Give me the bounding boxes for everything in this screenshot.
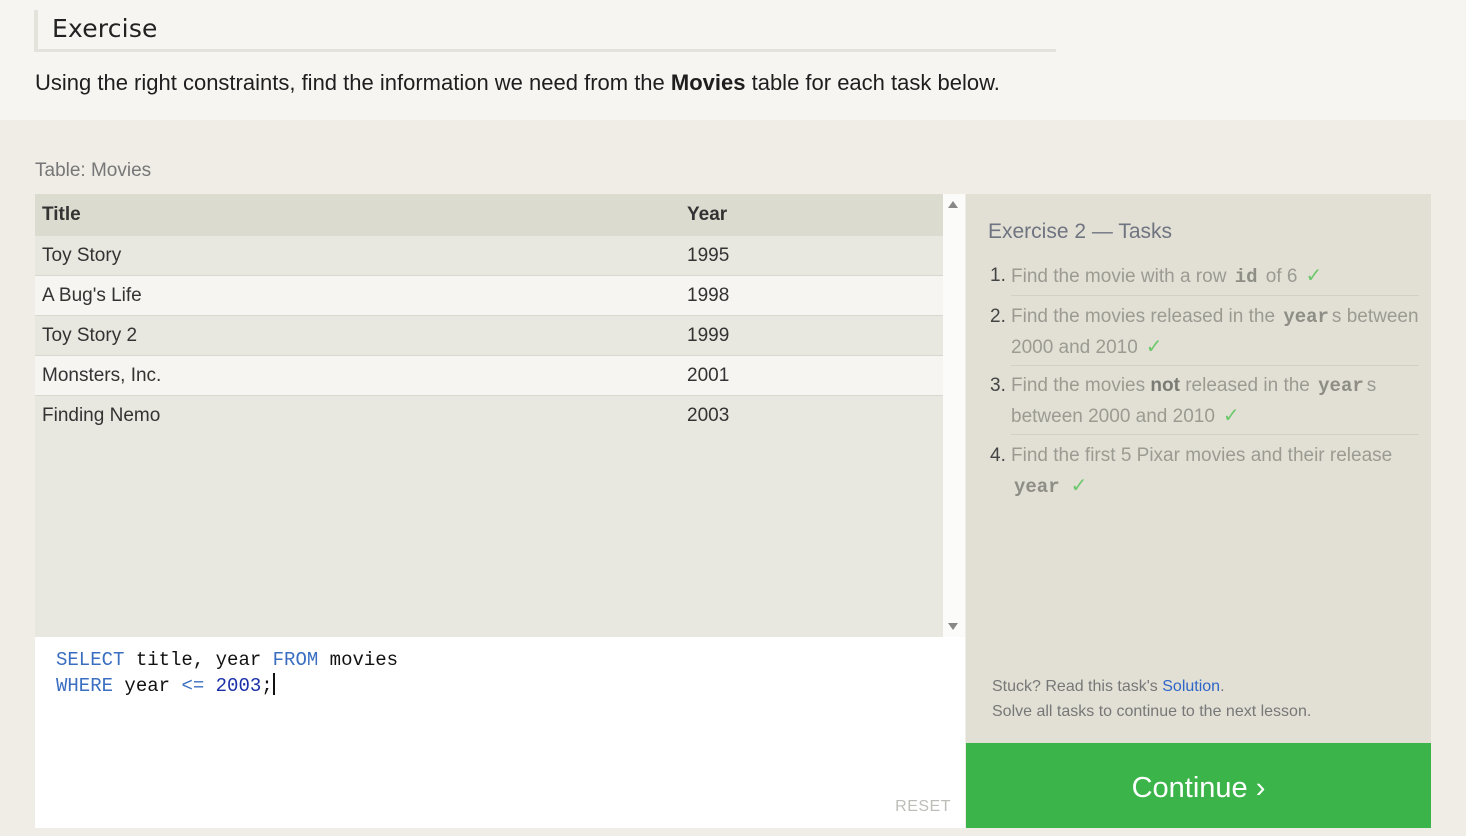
task-divider xyxy=(1011,434,1419,435)
task-number: 1. xyxy=(990,265,1006,286)
table-row: Monsters, Inc. 2001 xyxy=(35,356,943,396)
cell-title: Finding Nemo xyxy=(42,405,161,426)
cell-title: Toy Story 2 xyxy=(42,325,138,346)
exercise-intro: Using the right constraints, find the in… xyxy=(35,70,1000,95)
cell-year: 2003 xyxy=(687,405,730,426)
results-table-panel: Title Year Toy Story 1995 A Bug's Life 1… xyxy=(35,194,965,637)
task-item: 2. Find the movies released in the year s… xyxy=(988,302,1419,366)
cell-title: Toy Story xyxy=(42,245,122,266)
cell-year: 2001 xyxy=(687,365,730,386)
table-scrollbar[interactable] xyxy=(943,194,965,637)
cell-year: 1998 xyxy=(687,285,730,306)
column-header-title: Title xyxy=(42,204,81,225)
scroll-down-arrow-icon[interactable] xyxy=(948,623,958,630)
sql-operator: <= xyxy=(181,675,205,697)
sql-keyword: WHERE xyxy=(56,675,114,697)
table-row: Finding Nemo 2003 xyxy=(35,396,943,436)
task-code: id xyxy=(1234,266,1258,288)
results-table: Title Year Toy Story 1995 A Bug's Life 1… xyxy=(35,194,943,436)
sql-keyword: SELECT xyxy=(56,649,125,671)
cell-year: 1995 xyxy=(687,245,730,266)
solution-link[interactable]: Solution xyxy=(1162,678,1220,695)
column-header-year: Year xyxy=(687,204,728,225)
sql-editor[interactable]: SELECT title, year FROM movies WHERE yea… xyxy=(35,637,965,828)
code-line-1: SELECT title, year FROM movies xyxy=(56,649,399,671)
stuck-hint: Stuck? Read this task's Solution. Solve … xyxy=(992,674,1311,724)
cell-title: A Bug's Life xyxy=(42,285,142,306)
sql-keyword: FROM xyxy=(272,649,319,671)
task-number: 2. xyxy=(990,306,1006,327)
task-item: 4. Find the first 5 Pixar movies and the… xyxy=(988,441,1419,501)
task-code: year xyxy=(1283,306,1329,328)
check-icon: ✓ xyxy=(1305,265,1323,287)
task-code: year xyxy=(1318,375,1364,397)
scroll-up-arrow-icon[interactable] xyxy=(948,201,958,208)
continue-button[interactable]: Continue › xyxy=(966,743,1431,828)
table-label: Table: Movies xyxy=(35,160,152,181)
task-code: year xyxy=(1014,476,1060,498)
task-divider xyxy=(1011,295,1419,296)
cell-title: Monsters, Inc. xyxy=(42,365,162,386)
tasks-panel: Exercise 2 — Tasks 1. Find the movie wit… xyxy=(966,194,1431,743)
check-icon: ✓ xyxy=(1070,475,1088,497)
table-row: Toy Story 1995 xyxy=(35,236,943,276)
task-number: 4. xyxy=(990,445,1006,466)
reset-button[interactable]: RESET xyxy=(895,798,951,816)
tasks-title: Exercise 2 — Tasks xyxy=(988,220,1173,243)
exercise-title: Exercise xyxy=(52,14,158,43)
sql-number: 2003 xyxy=(215,675,262,697)
exercise-heading: Exercise xyxy=(34,10,1056,52)
table-header-row: Title Year xyxy=(35,194,943,236)
text-cursor xyxy=(272,673,275,695)
table-row: A Bug's Life 1998 xyxy=(35,276,943,316)
task-item: 3. Find the movies not released in the y… xyxy=(988,371,1419,435)
task-number: 3. xyxy=(990,375,1006,396)
task-item: 1. Find the movie with a row id of 6 ✓ xyxy=(988,261,1419,296)
table-row: Toy Story 2 1999 xyxy=(35,316,943,356)
solve-all-text: Solve all tasks to continue to the next … xyxy=(992,703,1312,720)
check-icon: ✓ xyxy=(1222,405,1240,427)
code-line-2: WHERE year <= 2003; xyxy=(56,673,275,697)
check-icon: ✓ xyxy=(1145,336,1163,358)
task-divider xyxy=(1011,365,1419,366)
cell-year: 1999 xyxy=(687,325,730,346)
intro-table-name: Movies xyxy=(670,70,746,95)
page-header: Exercise Using the right constraints, fi… xyxy=(0,0,1466,120)
